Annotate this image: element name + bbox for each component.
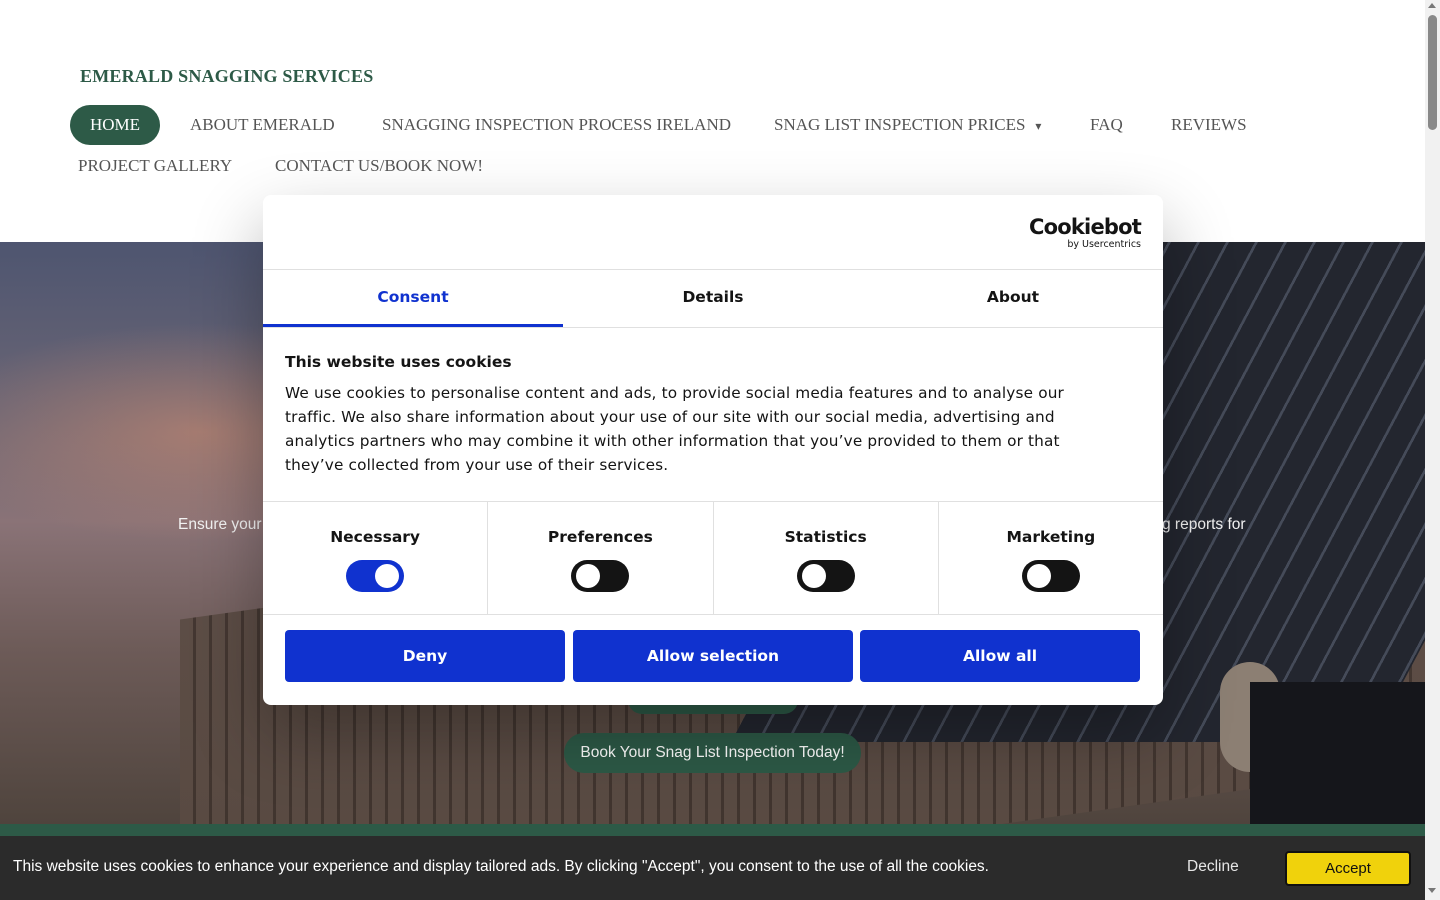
nav-gallery[interactable]: PROJECT GALLERY [78, 146, 232, 186]
dialog-title: This website uses cookies [285, 353, 512, 371]
switch-knob [576, 564, 601, 588]
cookiebot-logo-sub: by Usercentrics [1067, 239, 1141, 250]
toggle-marketing-label: Marketing [1006, 528, 1096, 546]
nav-prices-label: SNAG LIST INSPECTION PRICES [774, 115, 1026, 134]
book-inspection-button[interactable]: Book Your Snag List Inspection Today! [564, 733, 861, 773]
toggle-preferences-label: Preferences [547, 528, 653, 546]
consent-toggles: Necessary Preferences Statistics Marketi… [263, 501, 1163, 615]
hero-text-left: Ensure your [178, 516, 262, 533]
switch-knob [1026, 564, 1051, 588]
toggle-statistics-switch[interactable] [796, 560, 855, 592]
nav-prices[interactable]: SNAG LIST INSPECTION PRICES ▾ [774, 105, 1041, 145]
tab-about[interactable]: About [863, 270, 1163, 327]
toggle-statistics-label: Statistics [784, 528, 867, 546]
tab-details[interactable]: Details [563, 270, 863, 327]
cookiebot-logo: Cookiebot by Usercentrics [1029, 215, 1142, 250]
cookiebot-logo-main: Cookiebot [1029, 215, 1142, 239]
hero-text-right: g reports for [1162, 516, 1246, 533]
cookie-decline-button[interactable]: Decline [1187, 858, 1239, 876]
scroll-up-arrow-icon[interactable] [1428, 3, 1436, 8]
nav-contact[interactable]: CONTACT US/BOOK NOW! [275, 146, 483, 186]
toggle-necessary-switch[interactable] [346, 560, 405, 592]
toggle-preferences: Preferences [488, 502, 714, 614]
hero-shadow [1250, 682, 1425, 824]
toggle-necessary: Necessary [263, 502, 489, 614]
toggle-statistics: Statistics [714, 502, 939, 614]
nav-home[interactable]: HOME [70, 105, 161, 145]
nav-process[interactable]: SNAGGING INSPECTION PROCESS IRELAND [382, 105, 731, 145]
allow-selection-button[interactable]: Allow selection [573, 630, 853, 682]
cookie-accept-button[interactable]: Accept [1285, 851, 1411, 886]
deny-button[interactable]: Deny [285, 630, 565, 682]
cookie-consent-dialog: Cookiebot by Usercentrics Consent Detail… [263, 195, 1163, 705]
chevron-down-icon: ▾ [1035, 119, 1042, 133]
dialog-header: Cookiebot by Usercentrics [263, 195, 1163, 270]
scroll-thumb[interactable] [1428, 15, 1437, 130]
cookie-notice-bar: This website uses cookies to enhance you… [0, 836, 1425, 900]
toggle-necessary-label: Necessary [330, 528, 421, 546]
nav-faq[interactable]: FAQ [1090, 105, 1123, 145]
green-divider [0, 824, 1425, 836]
switch-knob [801, 564, 826, 588]
toggle-marketing-switch[interactable] [1021, 560, 1080, 592]
dialog-tabs: Consent Details About [263, 270, 1163, 328]
toggle-marketing: Marketing [939, 502, 1163, 614]
scroll-down-arrow-icon[interactable] [1428, 888, 1436, 893]
allow-all-button[interactable]: Allow all [860, 630, 1140, 682]
nav-about[interactable]: ABOUT EMERALD [190, 105, 335, 145]
page-scrollbar[interactable] [1425, 0, 1440, 900]
dialog-body-text: We use cookies to personalise content an… [285, 384, 1064, 474]
tab-consent[interactable]: Consent [263, 270, 563, 327]
site-brand[interactable]: EMERALD SNAGGING SERVICES [80, 66, 373, 87]
toggle-preferences-switch[interactable] [571, 560, 630, 592]
cookie-notice-text: This website uses cookies to enhance you… [13, 858, 989, 875]
switch-knob [375, 564, 400, 588]
nav-reviews[interactable]: REVIEWS [1171, 105, 1247, 145]
